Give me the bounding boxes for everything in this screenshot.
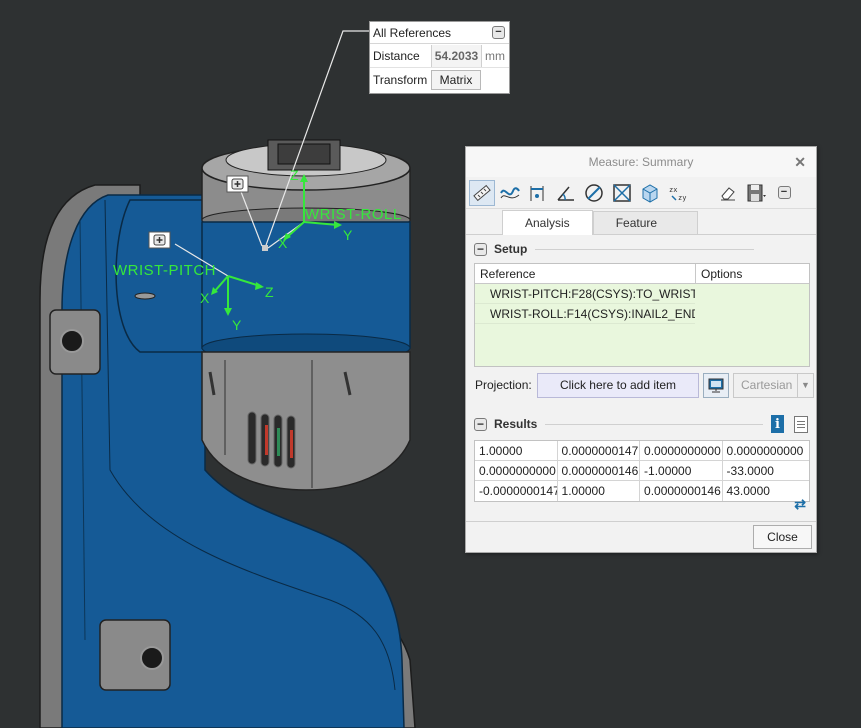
table-row: -0.0000000147 1.00000 0.0000000146 43.00… xyxy=(475,481,809,501)
close-button[interactable]: Close xyxy=(753,525,812,549)
projection-label: Projection: xyxy=(475,378,532,392)
ruler-icon[interactable] xyxy=(469,179,495,206)
setup-heading: Setup xyxy=(494,242,528,256)
curve-length-icon[interactable] xyxy=(497,180,523,206)
axis-roll-x: X xyxy=(278,235,288,251)
info-icon[interactable]: i xyxy=(771,415,784,433)
matrix-cell: 0.0000000146 xyxy=(558,461,641,480)
distance-label: Distance xyxy=(373,48,420,63)
transform-label: Transform xyxy=(373,73,428,87)
matrix-cell: 0.0000000000 xyxy=(640,441,723,460)
distance-row: Distance 54.2033 mm xyxy=(370,44,509,68)
bolt-upper xyxy=(60,329,84,353)
results-header[interactable]: − Results i xyxy=(466,412,816,436)
minus-icon[interactable]: − xyxy=(492,26,505,39)
distance-unit: mm xyxy=(485,48,505,63)
close-icon[interactable]: ✕ xyxy=(794,154,806,171)
measure-summary-dialog: Measure: Summary ✕ zx zy − Analysis Feat… xyxy=(465,146,817,553)
angle-icon[interactable] xyxy=(553,180,579,206)
matrix-cell: -1.00000 xyxy=(640,461,723,480)
matrix-cell: 0.0000000000 xyxy=(475,461,558,480)
matrix-button[interactable]: Matrix xyxy=(431,70,481,90)
monitor-icon[interactable] xyxy=(703,372,729,398)
matrix-cell: -0.0000000147 xyxy=(475,481,558,501)
axis-pitch-z: Z xyxy=(265,284,274,300)
distance-value[interactable]: 54.2033 xyxy=(431,44,482,67)
projection-row: Projection: Click here to add item Carte… xyxy=(466,370,816,400)
chevron-down-icon[interactable]: ▼ xyxy=(797,373,813,397)
roll-lower-cap xyxy=(201,351,411,491)
volume-icon[interactable] xyxy=(637,180,663,206)
results-heading: Results xyxy=(494,417,538,431)
dialog-footer: Close xyxy=(466,521,816,552)
reference-row[interactable]: WRIST-PITCH:F28(CSYS):TO_WRIST_PIT xyxy=(475,284,695,304)
svg-text:zx: zx xyxy=(669,186,677,194)
callout-header: All References − xyxy=(370,22,509,44)
transform-icon[interactable]: zx zy xyxy=(665,180,691,206)
dialog-tabs: Analysis Feature xyxy=(466,209,816,235)
axis-pitch-x: X xyxy=(200,290,210,306)
divider xyxy=(545,423,763,425)
save-icon[interactable] xyxy=(743,180,769,206)
results-matrix-table: 1.00000 0.0000000147 0.0000000000 0.0000… xyxy=(474,440,810,502)
bolt-lower xyxy=(140,646,164,670)
diameter-icon[interactable] xyxy=(581,180,607,206)
vent-slot xyxy=(247,411,257,465)
matrix-cell: 1.00000 xyxy=(558,481,641,501)
callout-title: All References xyxy=(373,25,452,40)
measure-toolbar: zx zy − xyxy=(466,177,816,209)
distance-icon[interactable] xyxy=(525,180,551,206)
refresh-icon[interactable]: ⇄ xyxy=(794,496,806,513)
results-collapse-icon[interactable]: − xyxy=(474,417,487,431)
matrix-cell: -33.0000 xyxy=(726,463,774,478)
setup-collapse-icon[interactable]: − xyxy=(474,242,487,256)
dialog-titlebar[interactable]: Measure: Summary ✕ xyxy=(466,147,816,177)
coordinate-type-value: Cartesian xyxy=(741,378,793,392)
label-wrist-roll: WRIST-ROLL xyxy=(305,206,402,223)
matrix-cell: 0.0000000000 xyxy=(726,443,804,458)
dialog-title: Measure: Summary xyxy=(588,155,694,169)
projection-input[interactable]: Click here to add item xyxy=(537,372,699,398)
label-wrist-pitch: WRIST-PITCH xyxy=(113,262,216,279)
all-references-callout: All References − Distance 54.2033 mm Tra… xyxy=(369,21,510,94)
axis-roll-y: Y xyxy=(343,227,353,243)
area-icon[interactable] xyxy=(609,180,635,206)
reference-row[interactable]: WRIST-ROLL:F14(CSYS):INAIL2_ENDEFF xyxy=(475,304,695,324)
reference-table-header: Reference Options xyxy=(475,264,809,284)
axis-pitch-y: Y xyxy=(232,317,242,333)
table-row: 0.0000000000 0.0000000146 -1.00000 -33.0… xyxy=(475,461,809,481)
matrix-cell: 0.0000000147 xyxy=(558,441,641,460)
tab-feature[interactable]: Feature xyxy=(592,211,699,234)
matrix-cell: 0.0000000146 xyxy=(640,481,723,501)
setup-header[interactable]: − Setup xyxy=(466,238,816,260)
tab-analysis[interactable]: Analysis xyxy=(502,210,593,235)
eraser-icon[interactable] xyxy=(715,180,741,206)
reference-table[interactable]: Reference Options WRIST-PITCH:F28(CSYS):… xyxy=(474,263,810,367)
transform-row: Transform Matrix xyxy=(370,68,509,92)
coordinate-type-select[interactable]: Cartesian ▼ xyxy=(733,372,814,398)
divider xyxy=(535,248,754,250)
axis-roll-z: Z xyxy=(290,167,299,183)
column-options[interactable]: Options xyxy=(696,264,742,283)
collapse-icon[interactable]: − xyxy=(771,180,797,206)
expand-marker-roll[interactable] xyxy=(226,175,249,193)
svg-text:zy: zy xyxy=(678,194,686,202)
table-row: 1.00000 0.0000000147 0.0000000000 0.0000… xyxy=(475,441,809,461)
report-icon[interactable] xyxy=(794,415,808,433)
expand-marker-pitch[interactable] xyxy=(148,231,171,249)
matrix-cell: 1.00000 xyxy=(475,441,558,460)
column-reference[interactable]: Reference xyxy=(475,264,696,283)
